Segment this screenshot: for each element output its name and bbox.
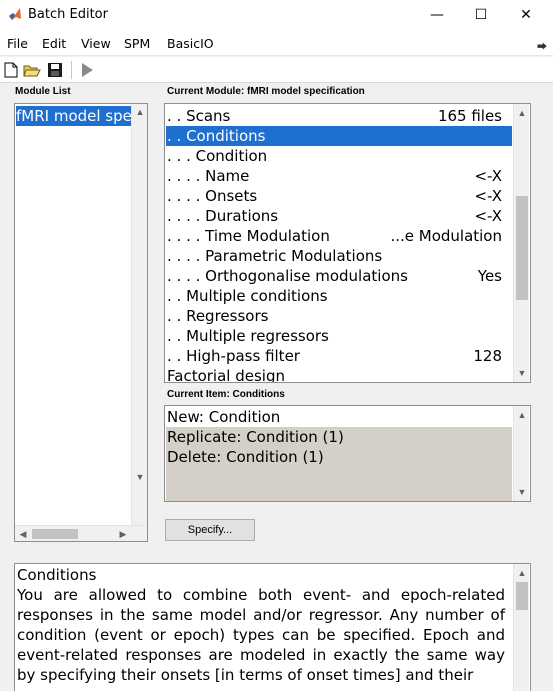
current-item-label: Current Item: Conditions <box>167 389 285 400</box>
module-tree-row[interactable]: . . Scans 165 files <box>166 106 512 126</box>
menu-overflow-icon[interactable]: ⮕ <box>537 38 547 53</box>
module-tree-row-value: <-X <box>474 207 502 225</box>
module-tree-row-value: Yes <box>477 267 502 285</box>
scroll-left-icon[interactable]: ◀ <box>15 526 31 541</box>
module-tree-row[interactable]: . . . . Orthogonalise modulations Yes <box>166 266 512 286</box>
module-tree-row[interactable]: Factorial design <box>166 366 512 383</box>
module-tree-row-label: Factorial design <box>167 367 285 383</box>
current-item-empty-area <box>166 467 512 501</box>
toolbar <box>0 57 553 83</box>
minimize-button[interactable]: — <box>414 0 460 30</box>
current-item-option[interactable]: New: Condition <box>166 407 512 427</box>
module-tree-row-label: . . . . Durations <box>167 207 279 225</box>
menu-file[interactable]: File <box>7 36 28 51</box>
module-tree-row-label: . . Scans <box>167 107 231 125</box>
current-item-option-label: Replicate: Condition (1) <box>167 428 344 446</box>
current-item-option[interactable]: Replicate: Condition (1) <box>166 427 512 447</box>
module-list-label: Module List <box>15 86 71 97</box>
module-tree-row-label: . . . Condition <box>167 147 268 165</box>
module-list-hscrollbar[interactable]: ◀ ▶ <box>15 525 147 541</box>
menu-view[interactable]: View <box>81 36 111 51</box>
module-tree-row[interactable]: . . High-pass filter 128 <box>166 346 512 366</box>
module-tree-row-value: 165 files <box>437 107 502 125</box>
scroll-down-icon[interactable]: ▼ <box>514 484 530 500</box>
new-file-icon[interactable] <box>2 61 20 79</box>
module-tree-row[interactable]: . . . . Durations <-X <box>166 206 512 226</box>
module-tree-row[interactable]: . . . . Time Modulation ...e Modulation <box>166 226 512 246</box>
current-item-option-label: New: Condition <box>167 408 281 426</box>
module-tree-row-label: . . Multiple regressors <box>167 327 329 345</box>
module-tree-row-label: . . Multiple conditions <box>167 287 328 305</box>
module-list-item[interactable]: fMRI model specification <box>16 106 132 126</box>
current-item-list[interactable]: New: Condition Replicate: Condition (1) De… <box>164 405 531 502</box>
scroll-down-icon[interactable]: ▼ <box>132 469 147 485</box>
current-module-tree[interactable]: . . Scans 165 files . . Conditions . . . Co… <box>164 103 531 383</box>
help-text: Conditions You are allowed to combine bo… <box>17 565 505 685</box>
module-tree-row-label: . . . . Time Modulation <box>167 227 330 245</box>
module-list[interactable]: fMRI model specification ▲ ▼ ◀ ▶ <box>14 103 148 542</box>
module-tree-row-label: . . . . Parametric Modulations <box>167 247 383 265</box>
menu-edit[interactable]: Edit <box>42 36 66 51</box>
close-button[interactable]: ✕ <box>503 0 549 30</box>
help-title: Conditions <box>17 566 97 584</box>
menu-bar: File Edit View SPM BasicIO ⮕ <box>0 30 553 56</box>
module-list-item-label: fMRI model specification <box>16 107 132 125</box>
module-tree-row-value: 128 <box>473 347 502 365</box>
window-title: Batch Editor <box>28 7 108 22</box>
module-tree-row[interactable]: . . Regressors <box>166 306 512 326</box>
module-list-vscrollbar[interactable]: ▲ ▼ <box>131 104 147 525</box>
hscroll-thumb[interactable] <box>32 529 78 539</box>
module-tree-row-value: <-X <box>474 167 502 185</box>
run-icon[interactable] <box>78 61 96 79</box>
module-tree-row-label: . . . . Onsets <box>167 187 258 205</box>
save-icon[interactable] <box>46 61 64 79</box>
help-body: You are allowed to combine both event- a… <box>17 586 505 684</box>
scroll-up-icon[interactable]: ▲ <box>514 407 530 423</box>
scroll-right-icon[interactable]: ▶ <box>115 526 131 541</box>
module-tree-row-label: . . Regressors <box>167 307 269 325</box>
title-bar: Batch Editor — ☐ ✕ <box>0 0 553 30</box>
specify-button[interactable]: Specify... <box>165 519 255 541</box>
open-folder-icon[interactable] <box>23 61 41 79</box>
module-tree-row[interactable]: . . . Condition <box>166 146 512 166</box>
scroll-up-icon[interactable]: ▲ <box>514 565 530 581</box>
current-item-option[interactable]: Delete: Condition (1) <box>166 447 512 467</box>
vscroll-thumb[interactable] <box>516 196 528 300</box>
module-tree-row[interactable]: . . . . Onsets <-X <box>166 186 512 206</box>
module-tree-row-label: . . . . Name <box>167 167 250 185</box>
maximize-button[interactable]: ☐ <box>458 0 504 30</box>
toolbar-separator <box>71 61 72 79</box>
current-module-vscrollbar[interactable]: ▲ ▼ <box>513 104 529 382</box>
menu-basicio[interactable]: BasicIO <box>167 36 214 51</box>
module-tree-row-value: ...e Modulation <box>390 227 502 245</box>
module-tree-row[interactable]: . . Multiple regressors <box>166 326 512 346</box>
current-item-option-label: Delete: Condition (1) <box>167 448 324 466</box>
scroll-up-icon[interactable]: ▲ <box>132 104 147 120</box>
module-tree-row-value: <-X <box>474 187 502 205</box>
matlab-icon <box>9 8 21 20</box>
module-tree-row-label: . . . . Orthogonalise modulations <box>167 267 408 285</box>
vscroll-thumb[interactable] <box>516 582 528 610</box>
module-tree-row[interactable]: . . Multiple conditions <box>166 286 512 306</box>
help-panel: Conditions You are allowed to combine bo… <box>14 563 531 691</box>
module-tree-row[interactable]: . . . . Parametric Modulations <box>166 246 512 266</box>
menu-spm[interactable]: SPM <box>124 36 150 51</box>
module-tree-row[interactable]: . . . . Name <-X <box>166 166 512 186</box>
module-tree-row[interactable]: . . Conditions <box>166 126 512 146</box>
scroll-up-icon[interactable]: ▲ <box>514 105 530 121</box>
current-module-label: Current Module: fMRI model specification <box>167 86 365 97</box>
help-vscrollbar[interactable]: ▲ <box>513 564 529 691</box>
scroll-down-icon[interactable]: ▼ <box>514 365 530 381</box>
module-tree-row-label: . . High-pass filter <box>167 347 300 365</box>
module-tree-row-label: . . Conditions <box>167 127 266 145</box>
current-item-vscrollbar[interactable]: ▲ ▼ <box>513 406 529 501</box>
